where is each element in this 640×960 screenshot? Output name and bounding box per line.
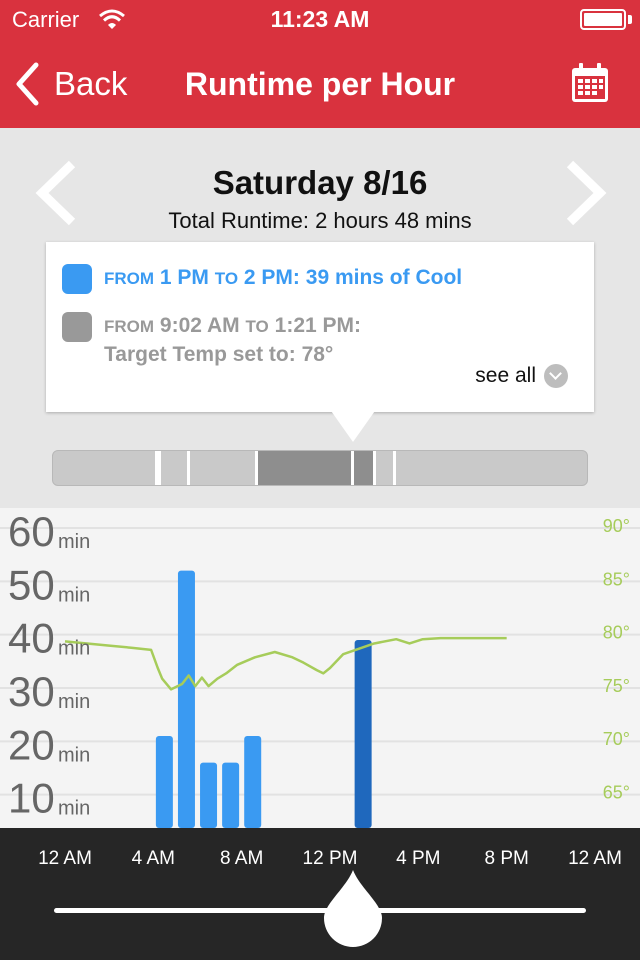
day-timeline-strip[interactable] bbox=[52, 450, 588, 486]
temperature-tick-label: 65° bbox=[603, 783, 630, 803]
runtime-unit-label: min bbox=[58, 584, 90, 606]
runtime-tick-label: 60 bbox=[8, 508, 55, 555]
drop-icon[interactable] bbox=[320, 868, 386, 948]
runtime-unit-label: min bbox=[58, 691, 90, 713]
battery-tip bbox=[628, 15, 632, 24]
event-color-swatch bbox=[62, 264, 92, 294]
runtime-unit-label: min bbox=[58, 798, 90, 820]
temperature-tick-label: 90° bbox=[603, 516, 630, 536]
timeline-marker bbox=[351, 451, 354, 485]
temperature-line bbox=[64, 636, 507, 691]
time-scrubber: 12 AM 4 AM 8 AM 12 PM 4 PM 8 PM 12 AM bbox=[0, 828, 640, 960]
runtime-bar bbox=[222, 762, 240, 828]
temperature-tick-label: 85° bbox=[603, 569, 630, 589]
events-card: FROM 1 PM TO 2 PM: 39 mins of Cool FROM … bbox=[46, 242, 594, 412]
time-axis-label: 4 PM bbox=[396, 848, 441, 869]
total-runtime: Total Runtime: 2 hours 48 mins bbox=[168, 208, 472, 233]
event-color-swatch bbox=[62, 312, 92, 342]
timeline-run-segment bbox=[255, 451, 351, 485]
time-axis-label: 12 AM bbox=[38, 848, 92, 869]
page-title: Runtime per Hour bbox=[184, 66, 456, 102]
runtime-bar bbox=[177, 570, 195, 828]
timeline-marker bbox=[187, 451, 190, 485]
timeline-marker bbox=[373, 451, 376, 485]
runtime-chart: 60 min 50 min 40 min 30 min 20 min 10 min 90° 85° 80° 7… bbox=[0, 508, 640, 828]
runtime-unit-label: min bbox=[58, 531, 90, 553]
runtime-tick-label: 30 bbox=[8, 668, 55, 715]
event-item[interactable]: FROM 9:02 AM TO 1:21 PM: Target Temp set… bbox=[62, 312, 361, 369]
day-summary: Saturday 8/16 Total Runtime: 2 hours 48 … bbox=[0, 128, 640, 508]
status-bar: Carrier 11:23 AM bbox=[0, 0, 640, 40]
timeline-marker bbox=[158, 451, 161, 485]
calendar-icon[interactable] bbox=[570, 62, 610, 104]
event-text: FROM 1 PM TO 2 PM: 39 mins of Cool bbox=[104, 266, 463, 289]
status-time: 11:23 AM bbox=[270, 6, 370, 32]
runtime-bar bbox=[354, 640, 372, 828]
time-axis-label: 8 AM bbox=[220, 848, 264, 869]
runtime-bar bbox=[200, 762, 218, 828]
runtime-chart-svg: 60 min50 min40 min30 min20 min10 min90°85°80°7… bbox=[0, 508, 640, 828]
battery-icon bbox=[580, 9, 626, 30]
see-all-button[interactable]: see all bbox=[475, 364, 568, 388]
timeline-run-segment bbox=[351, 451, 373, 485]
time-axis-label: 12 PM bbox=[302, 848, 358, 869]
runtime-tick-label: 10 bbox=[8, 775, 55, 822]
day-title: Saturday 8/16 bbox=[212, 164, 428, 201]
temperature-tick-label: 80° bbox=[603, 623, 630, 643]
see-all-label: see all bbox=[475, 364, 536, 387]
temperature-tick-label: 70° bbox=[603, 729, 630, 749]
timeline-marker bbox=[255, 451, 258, 485]
runtime-tick-label: 40 bbox=[8, 615, 55, 662]
temperature-tick-label: 75° bbox=[603, 676, 630, 696]
chevron-down-icon bbox=[544, 364, 568, 388]
time-axis-label: 12 AM bbox=[568, 848, 622, 869]
event-item[interactable]: FROM 1 PM TO 2 PM: 39 mins of Cool bbox=[62, 264, 462, 294]
nav-bar: Back Runtime per Hour bbox=[0, 40, 640, 128]
time-axis-label: 4 AM bbox=[131, 848, 175, 869]
time-axis-label: 8 PM bbox=[484, 848, 529, 869]
runtime-unit-label: min bbox=[58, 638, 90, 660]
timeline-marker bbox=[393, 451, 396, 485]
runtime-unit-label: min bbox=[58, 744, 90, 766]
runtime-tick-label: 50 bbox=[8, 561, 55, 608]
card-pointer bbox=[329, 408, 377, 442]
runtime-bar bbox=[244, 736, 262, 828]
runtime-bar bbox=[155, 736, 173, 828]
runtime-tick-label: 20 bbox=[8, 721, 55, 768]
event-text: FROM 9:02 AM TO 1:21 PM: Target Temp set… bbox=[104, 314, 361, 366]
